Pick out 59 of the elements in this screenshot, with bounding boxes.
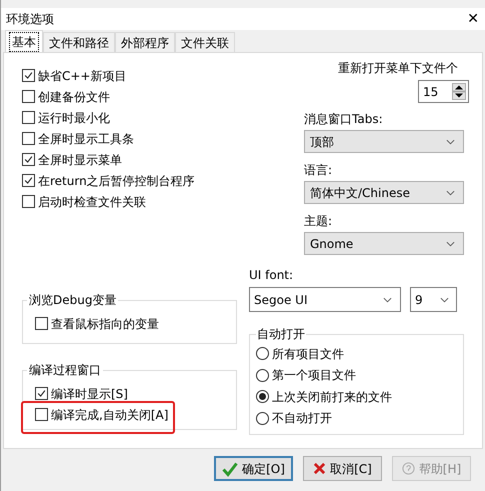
dropdown[interactable]: 简体中文/Chinese: [304, 181, 464, 204]
radio-button[interactable]: [256, 412, 269, 425]
checkbox-label: 全屏时显示工具条: [38, 130, 134, 148]
size-dropdown[interactable]: 9: [410, 287, 457, 312]
group-title: 编译过程窗口: [27, 362, 103, 378]
group-title: 自动打开: [256, 326, 306, 342]
window-title: 环境选项: [6, 11, 54, 28]
caret-icon: [446, 138, 455, 144]
caret-icon: [446, 240, 455, 246]
radio-button[interactable]: [256, 347, 269, 360]
ok-button[interactable]: 确定[O]: [214, 456, 293, 481]
checkbox-label: 编译完成,自动关闭[A]: [51, 406, 168, 424]
checkbox-label: 缺省C++新项目: [38, 68, 126, 84]
spinner-arrows-icon[interactable]: [452, 83, 466, 100]
close-button[interactable]: ✕: [467, 8, 479, 30]
dropdown-label: 消息窗口Tabs:: [304, 111, 384, 127]
checkbox-label: 查看鼠标指向的变量: [51, 316, 159, 332]
tab[interactable]: 文件和路径: [43, 32, 115, 52]
spin-box[interactable]: 15: [418, 80, 469, 103]
checkbox[interactable]: [22, 153, 35, 166]
radio-label: 上次关闭前打来的文件: [272, 388, 392, 406]
dropdown[interactable]: 顶部: [304, 130, 464, 153]
radio-button[interactable]: [256, 368, 269, 382]
checkbox-label: 启动时检查文件关联: [38, 194, 146, 210]
question-icon: [402, 462, 415, 475]
dropdown-label: 主题:: [304, 213, 334, 229]
checkbox[interactable]: [22, 195, 35, 208]
ui-font-label: UI font:: [249, 267, 294, 283]
checkbox[interactable]: [22, 132, 35, 145]
cancel-button[interactable]: 取消[C]: [303, 456, 382, 481]
checkbox-label: 运行时最小化: [38, 110, 110, 126]
checkbox[interactable]: [22, 69, 35, 82]
tab[interactable]: 基本: [5, 30, 43, 52]
group-title: 浏览Debug变量: [27, 292, 118, 308]
checkmark-icon: [222, 460, 238, 476]
checkbox[interactable]: [35, 408, 48, 421]
caret-icon: [383, 296, 392, 302]
caret-icon: [440, 296, 449, 302]
tab[interactable]: 外部程序: [115, 32, 175, 52]
checkbox[interactable]: [35, 387, 48, 400]
checkbox[interactable]: [22, 111, 35, 124]
caret-icon: [446, 190, 455, 196]
tab[interactable]: 文件关联: [175, 32, 235, 52]
checkbox-label: 创建备份文件: [38, 88, 110, 106]
checkbox-label: 编译时显示[S]: [51, 386, 128, 402]
checkbox-label: 在return之后暂停控制台程序: [38, 172, 195, 190]
checkbox[interactable]: [22, 90, 35, 103]
radio-label: 所有项目文件: [272, 346, 344, 363]
recent-files-label: 重新打开菜单下文件个: [338, 60, 458, 77]
cross-icon: [313, 462, 326, 475]
radio-label: 第一个项目文件: [272, 367, 356, 384]
dropdown[interactable]: Gnome: [304, 232, 464, 255]
radio-label: 不自动打开: [272, 410, 332, 428]
radio-button[interactable]: [256, 390, 269, 404]
font-dropdown[interactable]: Segoe UI: [249, 287, 401, 312]
checkbox[interactable]: [22, 174, 35, 187]
checkbox[interactable]: [35, 317, 48, 330]
dropdown-label: 语言:: [304, 162, 334, 178]
checkbox-label: 全屏时显示菜单: [38, 152, 122, 168]
